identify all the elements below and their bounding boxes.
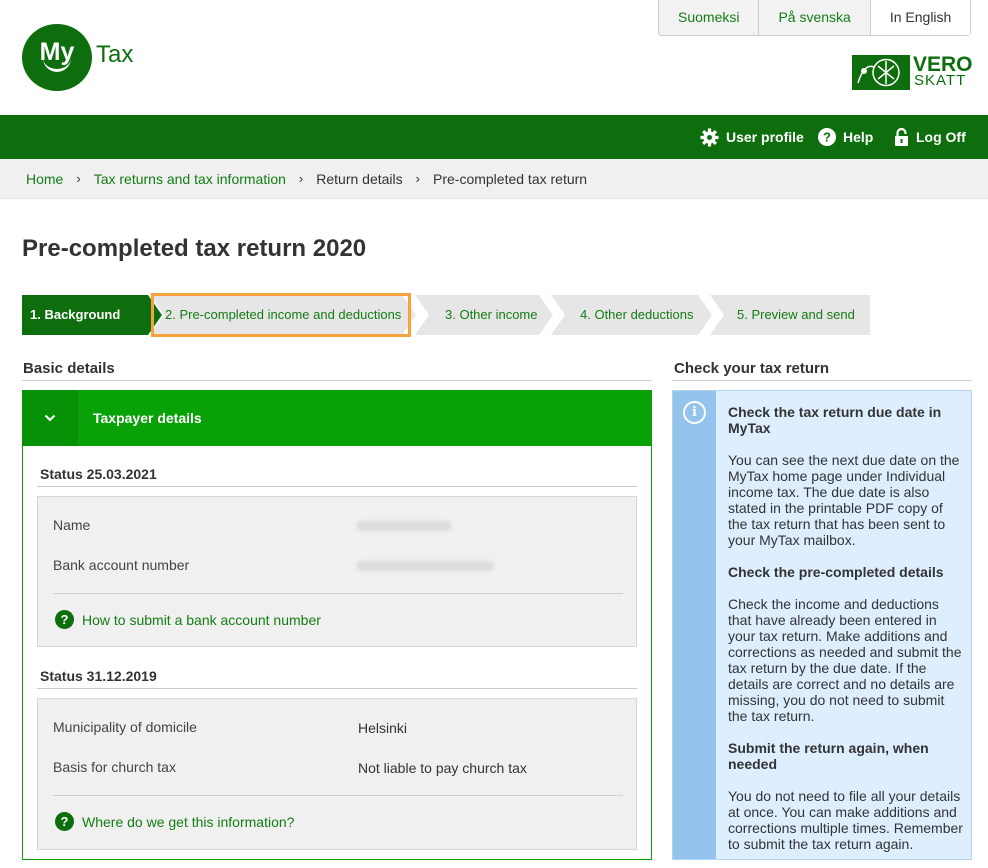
info-text: You can see the next due date on the MyT… <box>728 452 960 548</box>
status-heading: Status 31.12.2019 <box>40 668 157 684</box>
info-box: i Check the tax return due date in MyTax… <box>672 390 972 860</box>
divider <box>53 593 623 594</box>
step-label: 4. Other deductions <box>580 307 694 322</box>
step-label: 5. Preview and send <box>737 307 855 322</box>
step-background[interactable]: 1. Background <box>22 295 162 335</box>
logo-tax-text: Tax <box>96 41 134 68</box>
breadcrumb-current: Pre-completed tax return <box>433 170 588 187</box>
details-box: Name Bank account number ? How to submit… <box>37 496 637 647</box>
vero-skatt-logo: VERO SKATT <box>852 54 973 90</box>
lang-finnish[interactable]: Suomeksi <box>659 0 760 35</box>
step-other-income[interactable]: 3. Other income <box>415 295 553 335</box>
chevron-down-icon <box>44 414 56 422</box>
breadcrumb-chevron-icon: › <box>415 171 420 186</box>
top-navbar: User profile ? Help Log Off <box>0 115 988 159</box>
info-content: Check the tax return due date in MyTax Y… <box>728 404 964 868</box>
details-box: Municipality of domicile Helsinki Basis … <box>37 698 637 850</box>
vero-emblem-icon <box>852 55 910 90</box>
info-source-help-link[interactable]: ? Where do we get this information? <box>55 812 294 831</box>
info-strip: i <box>673 391 716 859</box>
info-text: Check the income and deductions that hav… <box>728 596 962 724</box>
divider <box>672 380 972 381</box>
question-circle-icon: ? <box>55 610 74 629</box>
divider <box>22 380 652 381</box>
step-preview-send[interactable]: 5. Preview and send <box>710 295 870 335</box>
church-tax-label: Basis for church tax <box>53 759 176 775</box>
basic-details-heading: Basic details <box>23 360 115 377</box>
church-tax-value: Not liable to pay church tax <box>358 760 527 776</box>
step-label: 1. Background <box>30 307 121 322</box>
municipality-label: Municipality of domicile <box>53 719 197 735</box>
info-title: Check the pre-completed details <box>728 564 944 580</box>
lang-swedish[interactable]: På svenska <box>759 0 871 35</box>
header: My Tax Suomeksi På svenska In English VE… <box>0 0 988 115</box>
name-label: Name <box>53 517 91 533</box>
panel-title: Taxpayer details <box>93 410 202 426</box>
skatt-text: SKATT <box>914 72 967 89</box>
name-value-redacted <box>356 521 452 531</box>
breadcrumb-tax-returns[interactable]: Tax returns and tax information <box>94 171 286 187</box>
bank-account-value-redacted <box>356 561 494 571</box>
log-off-label: Log Off <box>916 129 966 145</box>
language-switcher: Suomeksi På svenska In English <box>658 0 972 36</box>
gear-icon <box>700 127 719 147</box>
info-title: Check the tax return due date in MyTax <box>728 404 942 436</box>
breadcrumb-home[interactable]: Home <box>26 171 63 187</box>
svg-text:?: ? <box>823 130 831 145</box>
log-off-link[interactable]: Log Off <box>894 115 966 159</box>
user-profile-link[interactable]: User profile <box>700 115 804 159</box>
user-profile-label: User profile <box>726 129 804 145</box>
divider <box>37 486 637 487</box>
step-highlight-box <box>151 293 411 337</box>
question-circle-icon: ? <box>55 812 74 831</box>
divider <box>53 795 623 796</box>
info-title: Submit the return again, when needed <box>728 740 929 772</box>
collapse-toggle[interactable] <box>22 390 78 446</box>
check-return-heading: Check your tax return <box>674 360 830 377</box>
info-icon: i <box>683 401 706 424</box>
help-label: Help <box>843 129 874 145</box>
status-heading: Status 25.03.2021 <box>40 466 157 482</box>
municipality-value: Helsinki <box>358 720 408 736</box>
breadcrumb: Home › Tax returns and tax information ›… <box>0 159 988 199</box>
help-link-text: Where do we get this information? <box>82 813 295 830</box>
taxpayer-details-header[interactable]: Taxpayer details <box>22 390 652 446</box>
info-text: You do not need to file all your details… <box>728 788 963 852</box>
help-link-text: How to submit a bank account number <box>82 611 321 628</box>
page-title: Pre-completed tax return 2020 <box>22 235 367 262</box>
step-label: 3. Other income <box>445 307 538 322</box>
question-circle-icon: ? <box>818 128 836 146</box>
breadcrumb-return-details[interactable]: Return details <box>316 171 402 187</box>
step-progress: 1. Background 2. Pre-completed income an… <box>22 293 872 337</box>
bank-account-label: Bank account number <box>53 557 190 573</box>
help-link[interactable]: ? Help <box>818 115 873 159</box>
bank-account-help-link[interactable]: ? How to submit a bank account number <box>55 610 321 629</box>
divider <box>37 688 637 689</box>
breadcrumb-chevron-icon: › <box>298 171 304 186</box>
lang-english[interactable]: In English <box>870 0 971 35</box>
mytax-logo[interactable]: My <box>22 24 92 91</box>
lock-icon <box>895 127 908 146</box>
step-other-deductions[interactable]: 4. Other deductions <box>551 295 712 335</box>
breadcrumb-chevron-icon: › <box>76 171 81 186</box>
